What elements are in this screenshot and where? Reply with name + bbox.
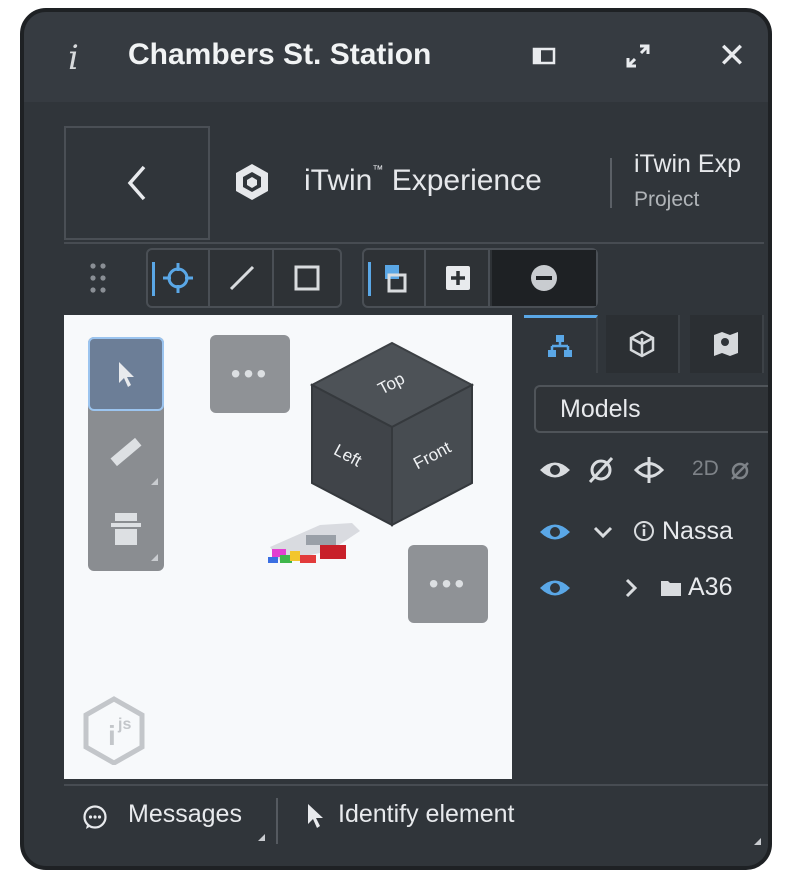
- close-icon[interactable]: ✕: [716, 39, 748, 73]
- tree-node[interactable]: Nassa: [538, 513, 768, 553]
- back-button[interactable]: [64, 126, 210, 240]
- add-clip-icon: [446, 266, 470, 290]
- eye-slash-icon[interactable]: [584, 455, 618, 485]
- tab-spatial[interactable]: [690, 315, 764, 373]
- eye-icon[interactable]: [538, 575, 572, 601]
- itwinjs-logo: i js: [83, 696, 145, 765]
- more-options-button[interactable]: •••: [408, 545, 488, 623]
- expand-icon[interactable]: [622, 40, 654, 72]
- chevron-right-icon[interactable]: [620, 577, 642, 599]
- itwin-window: i Chambers St. Station ✕ iTwin™ Experien…: [20, 8, 772, 870]
- viewport-tool-panel: [88, 337, 164, 571]
- section-by-point-icon: [163, 263, 193, 293]
- clip-shape-button[interactable]: [364, 250, 426, 306]
- messages-button[interactable]: Messages: [64, 786, 276, 846]
- section-tool-button[interactable]: [88, 493, 164, 565]
- brand-name: iTwin™ Experience: [304, 164, 542, 197]
- measure-icon: [110, 437, 142, 467]
- visibility-controls: 2D: [538, 453, 768, 493]
- measure-tool-button[interactable]: [88, 417, 164, 489]
- folder-icon: [661, 581, 681, 596]
- info-icon[interactable]: i: [68, 38, 79, 78]
- itwin-logo-icon: [236, 164, 268, 200]
- clip-shape-icon: [385, 265, 407, 293]
- window-titlebar: i Chambers St. Station ✕: [24, 12, 768, 102]
- panel-content: iTwin™ Experience iTwin Exp Project ••• …: [24, 102, 768, 866]
- header-divider: [610, 158, 612, 208]
- select-icon: [119, 362, 134, 387]
- spatial-icon: [714, 332, 738, 356]
- tab-categories[interactable]: [606, 315, 680, 373]
- chevron-left-icon: [127, 165, 146, 201]
- status-divider: [276, 798, 278, 844]
- add-clip-button[interactable]: [428, 250, 490, 306]
- section-icon: [111, 513, 141, 545]
- remove-clip-icon: [531, 265, 557, 291]
- invert-visibility-icon[interactable]: [632, 455, 666, 485]
- expand-corner: [258, 834, 265, 841]
- models-selector[interactable]: Models: [534, 385, 768, 433]
- 3d-model[interactable]: [260, 511, 370, 571]
- select-tool-button[interactable]: [88, 337, 164, 411]
- eye-icon[interactable]: [538, 457, 572, 483]
- section-by-point-button[interactable]: [148, 250, 210, 306]
- header-row: iTwin™ Experience iTwin Exp Project: [64, 126, 764, 244]
- more-options-icon: •••: [428, 568, 468, 599]
- tab-models-tree[interactable]: [524, 315, 598, 373]
- remove-clip-button[interactable]: [492, 250, 596, 306]
- section-by-plane-button[interactable]: [212, 250, 274, 306]
- eye-icon[interactable]: [538, 519, 572, 545]
- drag-handle-icon[interactable]: [88, 260, 112, 300]
- dock-panel-icon[interactable]: [528, 40, 560, 72]
- expand-corner: [151, 554, 158, 561]
- tree-node-label: Nassa: [662, 517, 733, 545]
- models-side-panel: Models 2D Nassa A36: [514, 315, 768, 779]
- toolbar: [64, 248, 768, 312]
- models-tree-icon: [548, 334, 572, 357]
- 3d-viewport[interactable]: ••• Top Left Front ••• i js: [64, 315, 512, 779]
- more-options-button[interactable]: •••: [210, 335, 290, 413]
- identify-element-label: Identify element: [338, 800, 515, 828]
- project-title[interactable]: iTwin Exp: [634, 150, 764, 179]
- status-expand-corner[interactable]: [754, 838, 761, 845]
- eye-slash-2d-icon[interactable]: [728, 459, 752, 483]
- more-options-icon: •••: [230, 358, 270, 389]
- section-by-element-button[interactable]: [276, 250, 338, 306]
- clip-tools-group: [362, 248, 598, 308]
- section-tools-group: [146, 248, 342, 308]
- tree-node-label: A36: [688, 573, 733, 601]
- project-type: Project: [634, 188, 700, 211]
- cursor-icon: [308, 804, 323, 828]
- section-by-element-icon: [294, 265, 320, 291]
- section-by-plane-icon: [229, 265, 255, 291]
- view-2d-toggle[interactable]: 2D: [692, 457, 719, 481]
- chevron-down-icon[interactable]: [592, 521, 614, 543]
- navigation-cube[interactable]: Top Left Front: [300, 335, 484, 535]
- svg-text:js: js: [117, 716, 131, 733]
- identify-element-button[interactable]: Identify element: [296, 786, 616, 846]
- messages-label: Messages: [128, 800, 242, 828]
- tree-node[interactable]: A36: [538, 569, 768, 609]
- window-title: Chambers St. Station: [128, 38, 432, 71]
- svg-text:i: i: [108, 720, 116, 751]
- categories-icon: [629, 330, 655, 358]
- status-bar: Messages Identify element: [64, 784, 768, 866]
- expand-corner: [151, 478, 158, 485]
- message-bubble-icon: [83, 805, 107, 829]
- info-circle-icon: [634, 521, 654, 541]
